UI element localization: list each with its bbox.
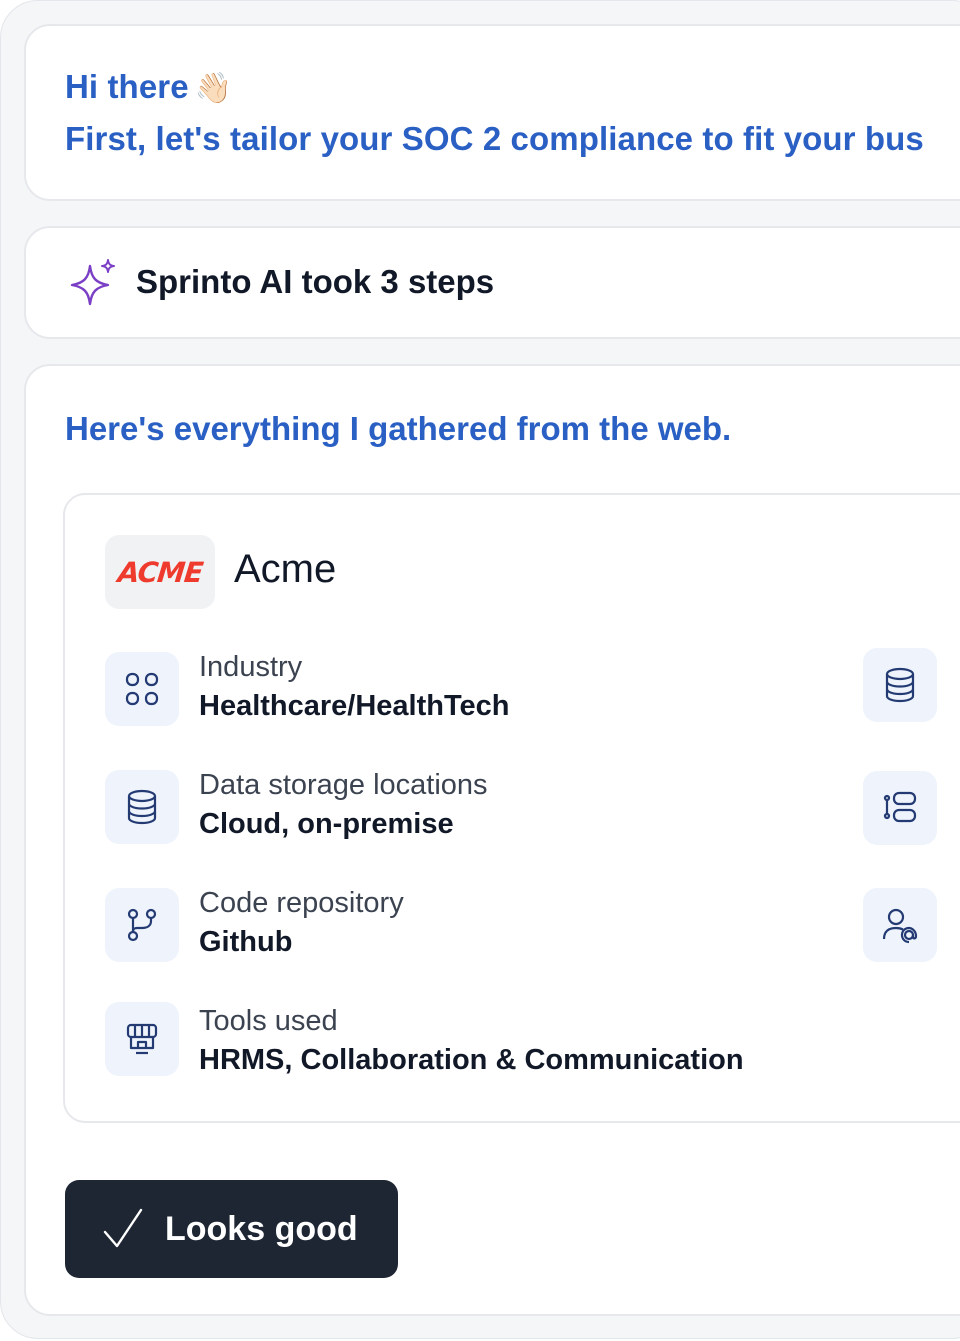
waving-hand-icon: 👋🏻 — [194, 72, 233, 105]
company-info-card: ACME Acme Industry Healthcare/HealthTech — [63, 493, 960, 1123]
greeting-text: Hi there — [65, 68, 189, 105]
summary-card: Here's everything I gathered from the we… — [24, 364, 960, 1316]
checkmark-icon — [103, 1208, 143, 1248]
server-list-icon — [883, 791, 917, 823]
data-storage-value: Cloud, on-premise — [199, 808, 454, 840]
sparkle-icon — [70, 259, 115, 306]
code-repo-icon-box — [105, 888, 179, 962]
tools-value: HRMS, Collaboration & Communication — [199, 1044, 744, 1076]
database-icon — [127, 789, 157, 825]
summary-heading: Here's everything I gathered from the we… — [65, 410, 732, 447]
greeting-subtitle: First, let's tailor your SOC 2 complianc… — [65, 120, 924, 157]
company-logo-text: ACME — [116, 555, 204, 589]
database-icon — [885, 667, 915, 703]
grid-icon — [125, 672, 159, 706]
right-server-icon-box — [863, 771, 937, 845]
code-repo-label: Code repository — [199, 887, 404, 919]
data-storage-icon-box — [105, 770, 179, 844]
greeting-card: Hi there 👋🏻 First, let's tailor your SOC … — [24, 24, 960, 201]
git-branch-icon — [127, 908, 157, 942]
right-user-icon-box — [863, 888, 937, 962]
data-storage-label: Data storage locations — [199, 769, 488, 801]
ai-steps-card[interactable]: Sprinto AI took 3 steps — [24, 226, 960, 339]
storefront-icon — [126, 1023, 158, 1055]
industry-label: Industry — [199, 651, 303, 683]
company-name: Acme — [234, 547, 337, 591]
looks-good-label: Looks good — [165, 1209, 358, 1248]
company-logo: ACME — [105, 535, 215, 609]
industry-icon-box — [105, 652, 179, 726]
tools-label: Tools used — [199, 1005, 338, 1037]
right-database-icon-box — [863, 648, 937, 722]
viewport: Hi there 👋🏻 First, let's tailor your SOC … — [0, 0, 960, 1341]
tools-icon-box — [105, 1002, 179, 1076]
user-at-icon — [882, 908, 918, 944]
code-repo-value: Github — [199, 926, 293, 958]
greeting-title: Hi there 👋🏻 — [65, 68, 232, 106]
ai-steps-text: Sprinto AI took 3 steps — [136, 263, 495, 300]
industry-value: Healthcare/HealthTech — [199, 690, 510, 722]
looks-good-button[interactable]: Looks good — [65, 1180, 398, 1278]
